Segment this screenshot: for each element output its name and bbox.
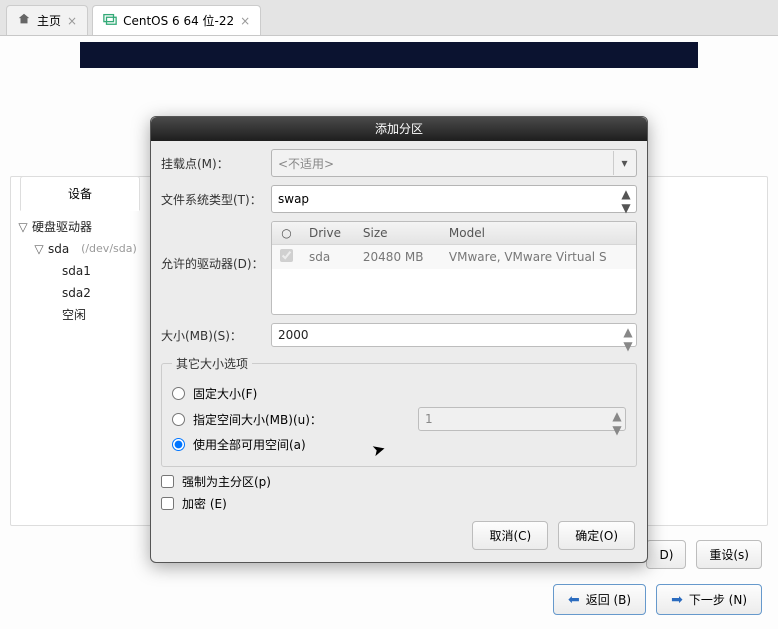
add-partition-dialog: 添加分区 挂载点(M)： ▾ 文件系统类型(T)： ▲▼ 允许的驱动器(D)： — [150, 116, 648, 563]
close-icon[interactable]: × — [67, 14, 77, 28]
tree-row-free[interactable]: 空闲 — [18, 304, 137, 326]
tab-vm-label: CentOS 6 64 位-22 — [123, 12, 234, 29]
fstype-combo[interactable]: ▲▼ — [271, 185, 637, 213]
panel-buttons: D) 重设(s) — [646, 540, 762, 569]
cancel-button[interactable]: 取消(C) — [472, 521, 548, 550]
spinner-arrows-icon[interactable]: ▲▼ — [610, 409, 624, 429]
col-drive: Drive — [301, 222, 355, 245]
expand-icon[interactable]: ▽ — [18, 216, 28, 238]
radio-fixed-size[interactable] — [172, 387, 185, 400]
fstype-label: 文件系统类型(T)： — [161, 191, 271, 208]
additional-size-options: 其它大小选项 固定大小(F) 指定空间大小(MB)(u)： ▲▼ 使用全部可用空… — [161, 355, 637, 467]
mount-point-input — [271, 149, 637, 177]
group-legend: 其它大小选项 — [172, 355, 252, 372]
drive-model: VMware, VMware Virtual S — [441, 245, 636, 270]
back-button[interactable]: ⬅返回 (B) — [553, 584, 646, 615]
fill-up-to-input — [418, 407, 626, 431]
wizard-nav: ⬅返回 (B) ➡下一步 (N) — [553, 584, 762, 615]
tree-row-sda2[interactable]: sda2 — [18, 282, 137, 304]
tab-vm[interactable]: CentOS 6 64 位-22 × — [92, 5, 261, 35]
col-checkbox: ○ — [272, 222, 301, 245]
drive-name: sda — [301, 245, 355, 270]
tab-bar: 主页 × CentOS 6 64 位-22 × — [0, 0, 778, 36]
fill-up-to-spinner[interactable]: ▲▼ — [418, 407, 626, 431]
size-input[interactable] — [271, 323, 637, 347]
col-model: Model — [441, 222, 636, 245]
drive-size: 20480 MB — [355, 245, 441, 270]
tree-row-sda1[interactable]: sda1 — [18, 260, 137, 282]
arrow-right-icon: ➡ — [671, 592, 683, 608]
radio-fill-all-label: 使用全部可用空间(a) — [193, 436, 306, 453]
expand-icon[interactable]: ▽ — [34, 238, 44, 260]
fstype-input[interactable] — [271, 185, 637, 213]
mount-point-label: 挂载点(M)： — [161, 155, 271, 172]
home-icon — [17, 12, 31, 29]
allowable-drives-table[interactable]: ○ Drive Size Model sda 20480 MB VMware, … — [271, 221, 637, 315]
chevron-down-icon[interactable]: ▾ — [613, 151, 635, 175]
radio-fill-up-to-label: 指定空间大小(MB)(u)： — [193, 411, 322, 428]
reset-button[interactable]: 重设(s) — [696, 540, 762, 569]
delete-button[interactable]: D) — [646, 540, 686, 569]
arrow-left-icon: ⬅ — [568, 592, 580, 608]
tab-home[interactable]: 主页 × — [6, 5, 88, 35]
close-icon[interactable]: × — [240, 14, 250, 28]
tree-row-disk[interactable]: ▽sda (/dev/sda) — [18, 238, 137, 260]
device-tab-header[interactable]: 设备 — [20, 176, 140, 211]
dialog-title: 添加分区 — [151, 117, 647, 141]
ok-button[interactable]: 确定(O) — [558, 521, 635, 550]
dialog-footer: 取消(C) 确定(O) — [161, 517, 637, 552]
size-spinner[interactable]: ▲▼ — [271, 323, 637, 347]
checkbox-encrypt[interactable] — [161, 497, 174, 510]
checkbox-encrypt-label: 加密 (E) — [182, 495, 227, 512]
allowable-drives-label: 允许的驱动器(D)： — [161, 221, 271, 272]
tab-home-label: 主页 — [37, 12, 61, 29]
radio-fill-up-to[interactable] — [172, 413, 185, 426]
tree-row-root[interactable]: ▽硬盘驱动器 — [18, 216, 137, 238]
device-tree: ▽硬盘驱动器 ▽sda (/dev/sda) sda1 sda2 空闲 — [18, 216, 137, 326]
drive-checkbox[interactable] — [280, 249, 293, 262]
next-button[interactable]: ➡下一步 (N) — [656, 584, 762, 615]
installer-header-banner — [80, 42, 698, 68]
checkbox-force-primary[interactable] — [161, 475, 174, 488]
col-size: Size — [355, 222, 441, 245]
radio-fixed-label: 固定大小(F) — [193, 385, 257, 402]
vm-icon — [103, 12, 117, 29]
size-label: 大小(MB)(S)： — [161, 327, 271, 344]
spinner-arrows-icon[interactable]: ▲▼ — [617, 187, 635, 211]
table-row[interactable]: sda 20480 MB VMware, VMware Virtual S — [272, 245, 636, 270]
radio-fill-all[interactable] — [172, 438, 185, 451]
checkbox-force-primary-label: 强制为主分区(p) — [182, 473, 271, 490]
spinner-arrows-icon[interactable]: ▲▼ — [621, 325, 635, 345]
mount-point-combo[interactable]: ▾ — [271, 149, 637, 177]
